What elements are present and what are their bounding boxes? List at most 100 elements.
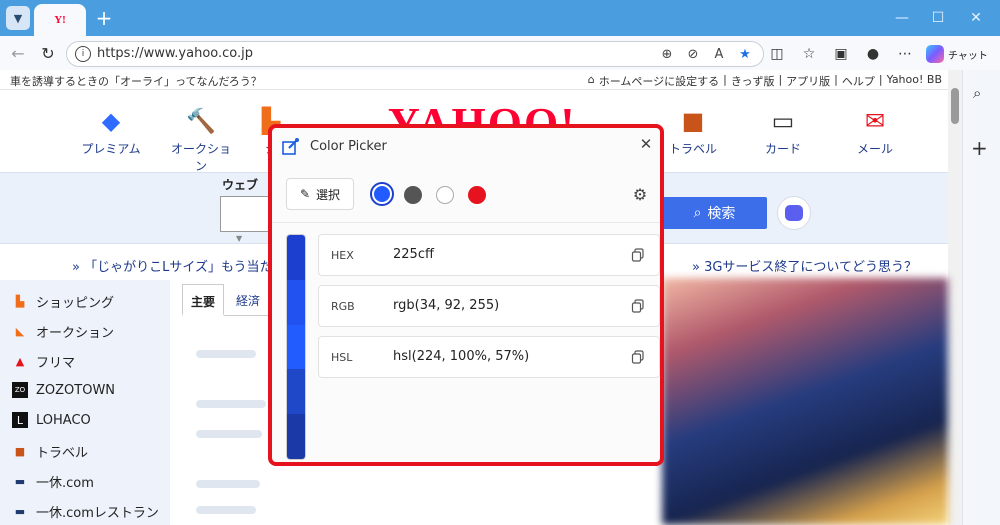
tab-actions-menu-button[interactable]: ▼ [6, 6, 30, 30]
browser-tab-yahoo[interactable]: Y! [34, 4, 86, 36]
chevron-down-icon[interactable]: ▼ [236, 234, 242, 243]
eyedropper-icon: ✎ [299, 187, 311, 201]
ikyu-restaurant-icon: ▬ [14, 505, 26, 518]
color-value-row-hex: HEX 225cff [318, 234, 660, 276]
left-nav-flea[interactable]: ▲ フリマ [12, 352, 75, 371]
search-button[interactable]: ⌕ 検索 [662, 197, 767, 229]
swatch-red[interactable] [468, 186, 486, 204]
left-nav-ikyu-restaurant[interactable]: ▬ 一休.comレストラン [12, 502, 159, 521]
ai-assistant-button[interactable] [777, 196, 811, 230]
page-scrollbar[interactable] [948, 70, 962, 525]
blurred-feature-image[interactable] [662, 278, 948, 525]
blurred-headline [196, 350, 256, 358]
site-info-icon[interactable]: i [75, 46, 91, 62]
plus-icon: + [95, 6, 113, 30]
shade-cell[interactable] [287, 324, 305, 370]
favorite-star-icon[interactable]: ★ [736, 45, 754, 63]
shade-cell[interactable] [287, 279, 305, 325]
auction-hammer-icon: 🔨 [186, 107, 216, 135]
copy-icon[interactable] [631, 248, 645, 262]
copy-icon[interactable] [631, 299, 645, 313]
copilot-chat-button[interactable]: チャット [926, 42, 992, 66]
copy-icon[interactable] [631, 350, 645, 364]
blurred-headline [196, 430, 262, 438]
topic-link-left[interactable]: » 「じゃがりこLサイズ」もう当た [72, 256, 273, 275]
tracking-prevention-icon[interactable]: ⊘ [684, 45, 702, 63]
magnifier-icon: ⌕ [693, 205, 702, 221]
top-link-help[interactable]: ヘルプ [842, 73, 875, 89]
blurred-headline [196, 400, 266, 408]
robot-icon [785, 205, 803, 221]
more-menu-icon[interactable]: ⋯ [894, 43, 916, 65]
service-premium[interactable]: ◆ プレミアム [76, 106, 146, 157]
close-window-button[interactable]: ✕ [962, 6, 990, 30]
top-link-homepage[interactable]: ホームページに設定する [599, 73, 719, 89]
top-link-kids[interactable]: きっず版 [731, 73, 775, 89]
swatch-white[interactable] [436, 186, 454, 204]
arrow-left-icon: ← [11, 43, 25, 63]
settings-gear-icon[interactable]: ⚙ [630, 184, 650, 204]
shade-cell[interactable] [287, 235, 305, 280]
maximize-button[interactable]: ☐ [924, 6, 952, 30]
service-travel[interactable]: ■ トラベル [658, 106, 728, 157]
tab-main[interactable]: 主要 [182, 284, 225, 316]
left-nav-ikyu[interactable]: ▬ 一休.com [12, 472, 94, 491]
swatch-selected[interactable] [370, 182, 394, 206]
service-mail[interactable]: ✉ メール [840, 106, 910, 157]
color-value-row-hsl: HSL hsl(224, 100%, 57%) [318, 336, 660, 378]
color-value-row-rgb: RGB rgb(34, 92, 255) [318, 285, 660, 327]
lohaco-icon: L [12, 412, 28, 428]
zozo-icon: ZO [12, 382, 28, 398]
tent-icon: ▲ [15, 355, 25, 368]
shade-cell[interactable] [287, 369, 305, 415]
favorites-icon[interactable]: ☆ [798, 43, 820, 65]
zoom-icon[interactable]: ⊕ [658, 45, 676, 63]
new-tab-button[interactable]: + [92, 6, 116, 30]
url-text[interactable]: https://www.yahoo.co.jp [97, 46, 253, 61]
back-button[interactable]: ← [6, 41, 30, 65]
blurred-headline [196, 506, 256, 514]
left-nav-zozotown[interactable]: ZO ZOZOTOWN [12, 382, 115, 398]
blurred-headline [196, 480, 260, 488]
collections-icon[interactable]: ▣ [830, 43, 852, 65]
swatch-gray[interactable] [404, 186, 422, 204]
color-picker-panel: Color Picker ✕ ✎ 選択 ⚙ HEX 225cff RGB rgb… [268, 124, 664, 466]
left-nav-travel[interactable]: ■ トラベル [12, 442, 88, 461]
read-aloud-icon[interactable]: A [710, 45, 728, 63]
minimize-button[interactable]: — [888, 6, 916, 30]
color-shade-strip[interactable] [286, 234, 306, 460]
top-link-bb[interactable]: Yahoo! BB [887, 73, 942, 89]
close-icon[interactable]: ✕ [636, 134, 656, 154]
top-link-app[interactable]: アプリ版 [786, 73, 830, 89]
left-nav-auction[interactable]: ◣ オークション [12, 322, 114, 341]
divider [272, 222, 660, 223]
topic-link-right[interactable]: » 3Gサービス終了についてどう思う？ [692, 256, 917, 275]
split-screen-icon[interactable]: ◫ [766, 43, 788, 65]
search-tab-web[interactable]: ウェブ [222, 176, 258, 193]
suitcase-icon: ■ [681, 107, 705, 135]
search-icon[interactable]: ⌕ [973, 84, 981, 102]
row-value[interactable]: rgb(34, 92, 255) [393, 298, 499, 313]
shade-cell[interactable] [287, 414, 305, 459]
left-nav-shopping[interactable]: ▙ ショッピング [12, 292, 114, 311]
premium-icon: ◆ [101, 107, 121, 135]
tab-strip [0, 0, 1000, 36]
home-icon: ⌂ [587, 73, 595, 86]
news-tabs: 主要 経済 [182, 284, 272, 316]
service-auction[interactable]: 🔨 オークション [166, 106, 236, 174]
row-value[interactable]: hsl(224, 100%, 57%) [393, 349, 529, 364]
top-message-link[interactable]: 車を誘導するときの「オーライ」ってなんだろう？ [10, 73, 262, 89]
row-value[interactable]: 225cff [393, 247, 434, 262]
select-color-button[interactable]: ✎ 選択 [286, 178, 354, 210]
tab-economy[interactable]: 経済 [228, 284, 268, 316]
color-picker-title: Color Picker [310, 139, 387, 154]
search-input[interactable] [220, 196, 270, 232]
add-sidebar-icon[interactable]: + [971, 136, 988, 160]
refresh-button[interactable]: ↻ [36, 41, 60, 65]
refresh-icon: ↻ [41, 43, 55, 63]
service-card[interactable]: ▭ カード [748, 106, 818, 157]
chat-label: チャット [948, 50, 988, 62]
profile-icon[interactable]: ● [862, 43, 884, 65]
scrollbar-thumb[interactable] [951, 88, 959, 124]
left-nav-lohaco[interactable]: L LOHACO [12, 412, 91, 428]
